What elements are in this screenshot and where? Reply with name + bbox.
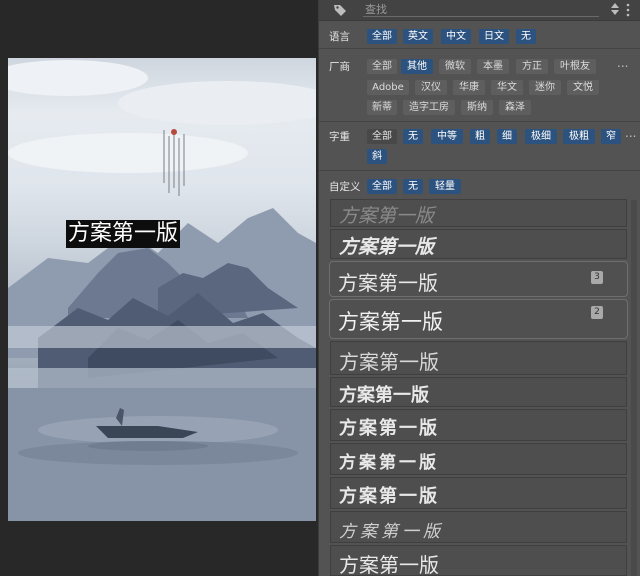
vendor-chip-huawen[interactable]: 华文 (491, 80, 523, 95)
font-preview: 方案第一版 (338, 310, 443, 334)
font-item-brush-bold[interactable]: 方案第一版 (330, 229, 627, 259)
language-chip-all[interactable]: 全部 (367, 29, 397, 44)
up-down-arrows-icon[interactable] (610, 2, 620, 16)
divider (319, 170, 640, 171)
font-item-brush-light[interactable]: 方案第一版 (330, 199, 627, 227)
weight-chip-narrow[interactable]: 窄 (601, 129, 621, 144)
vendor-chip-yegenyou[interactable]: 叶根友 (554, 59, 596, 74)
weight-chip-italic[interactable]: 斜 (367, 149, 387, 164)
weight-chip-thin[interactable]: 细 (497, 129, 517, 144)
vendor-chip-wenyue[interactable]: 文悦 (567, 80, 599, 95)
custom-chip-all[interactable]: 全部 (367, 179, 397, 194)
font-preview: 方案第一版 (339, 205, 435, 227)
vendor-chip-benmo[interactable]: 本墨 (477, 59, 509, 74)
vendor-chip-other[interactable]: 其他 (401, 59, 433, 74)
custom-chip-none[interactable]: 无 (403, 179, 423, 194)
variant-count-badge: 2 (591, 306, 603, 319)
font-preview: 方案第一版 (339, 418, 439, 439)
search-bar (319, 0, 640, 21)
canvas-area: 方案第一版 (0, 0, 318, 576)
weight-chip-none[interactable]: 无 (403, 129, 423, 144)
more-vertical-icon[interactable] (625, 3, 631, 17)
vendor-chip-xindi[interactable]: 新蒂 (367, 100, 397, 115)
font-item-sans-thin[interactable]: 方案第一版 (330, 341, 627, 375)
font-item-sans-regular[interactable]: 方案第一版 3 (329, 261, 628, 297)
tag-icon[interactable] (333, 3, 347, 17)
font-item-sans-medium[interactable]: 方案第一版 (330, 545, 627, 576)
custom-label: 自定义 (329, 181, 361, 193)
font-preview: 方案第一版 (339, 236, 435, 258)
variant-count-badge: 3 (591, 271, 603, 284)
artboard-ink-landscape[interactable]: 方案第一版 (8, 58, 316, 521)
divider (319, 48, 640, 49)
font-item-display-serif[interactable]: 方案第一版 (330, 443, 627, 475)
weight-chip-all[interactable]: 全部 (367, 129, 397, 144)
language-chip-japanese[interactable]: 日文 (479, 29, 509, 44)
font-preview: 方案第一版 (339, 453, 439, 473)
language-label: 语言 (329, 31, 350, 43)
font-item-sans-light[interactable]: 方案第一版 2 (329, 299, 628, 339)
vendor-chip-all[interactable]: 全部 (367, 59, 397, 74)
weight-chip-extra-bold[interactable]: 极粗 (563, 129, 595, 144)
font-item-display-bold[interactable]: 方案第一版 (330, 377, 627, 407)
divider (319, 121, 640, 122)
language-chip-chinese[interactable]: 中文 (441, 29, 471, 44)
weight-label: 字重 (329, 131, 350, 143)
selected-text-layer[interactable]: 方案第一版 (66, 220, 181, 248)
font-item-handwritten[interactable]: 方案第一版 (330, 511, 627, 543)
vendor-chip-mini[interactable]: 迷你 (529, 80, 561, 95)
search-input[interactable] (363, 2, 599, 17)
vendor-more-icon[interactable]: ... (617, 56, 628, 70)
vendor-chip-sina[interactable]: 斯纳 (461, 100, 493, 115)
vendor-chip-morisawa[interactable]: 森泽 (499, 100, 531, 115)
vendor-label: 厂商 (329, 61, 350, 73)
font-preview: 方案第一版 (339, 350, 439, 374)
font-item-display-heavy[interactable]: 方案第一版 (330, 409, 627, 441)
font-preview: 方案第一版 (339, 522, 444, 542)
weight-chip-medium[interactable]: 中等 (431, 129, 463, 144)
weight-chip-bold[interactable]: 粗 (470, 129, 490, 144)
font-list-scrollbar[interactable] (631, 200, 637, 576)
font-item-display-round[interactable]: 方案第一版 (330, 477, 627, 509)
vendor-chip-microsoft[interactable]: 微软 (439, 59, 471, 74)
weight-more-icon[interactable]: ... (625, 126, 636, 140)
vendor-chip-zaozi[interactable]: 造字工房 (403, 100, 455, 115)
font-preview: 方案第一版 (338, 271, 438, 295)
weight-chip-extra-thin[interactable]: 极细 (525, 129, 557, 144)
vendor-chip-dynacomware[interactable]: 华康 (453, 80, 485, 95)
custom-chip-light[interactable]: 轻量 (429, 179, 461, 194)
font-browser-panel: 语言 全部 英文 中文 日文 无 厂商 全部 其他 微软 本墨 方正 叶根友 .… (318, 0, 640, 576)
language-chip-english[interactable]: 英文 (403, 29, 433, 44)
language-chip-none[interactable]: 无 (516, 29, 536, 44)
font-preview: 方案第一版 (339, 486, 439, 507)
landscape-illustration (8, 60, 316, 521)
font-preview: 方案第一版 (339, 385, 429, 406)
vendor-chip-hanyi[interactable]: 汉仪 (415, 80, 447, 95)
vendor-chip-adobe[interactable]: Adobe (367, 80, 409, 95)
font-preview: 方案第一版 (339, 553, 439, 576)
vendor-chip-founder[interactable]: 方正 (516, 59, 548, 74)
